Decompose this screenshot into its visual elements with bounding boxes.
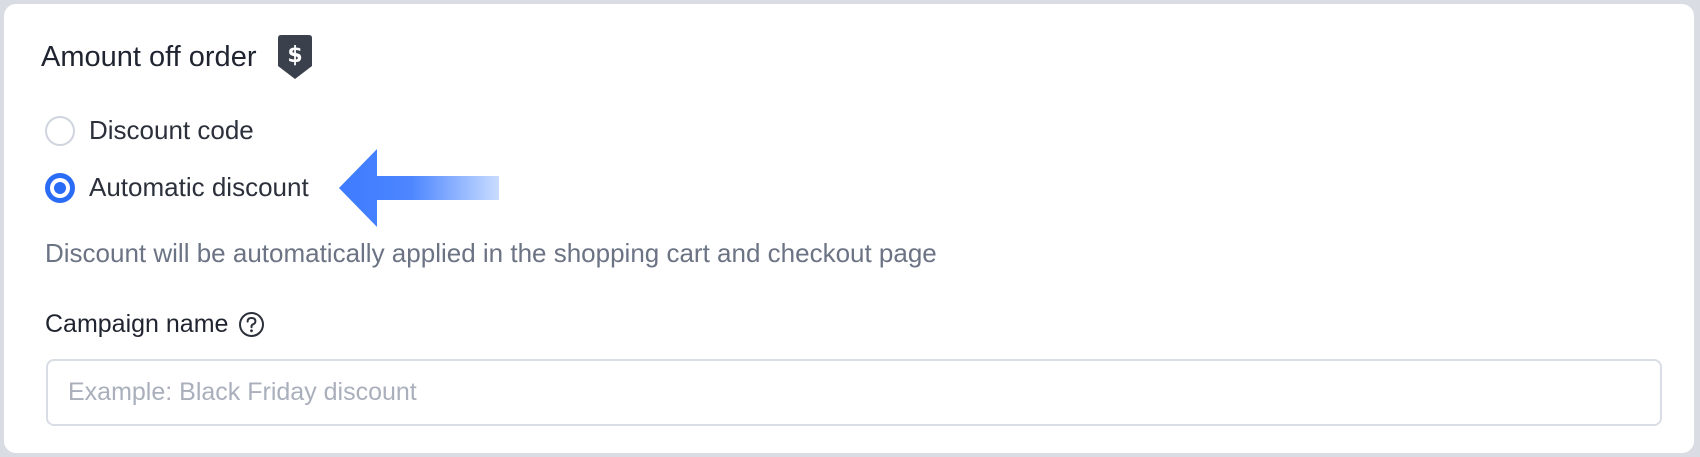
radio-label-discount-code: Discount code (89, 115, 254, 145)
section-title: Amount off order (41, 40, 257, 73)
dollar-tag-icon: $ (278, 35, 313, 79)
radio-button-discount-code[interactable] (45, 115, 75, 146)
svg-text:$: $ (288, 43, 303, 68)
radio-button-automatic-discount[interactable] (45, 172, 75, 203)
campaign-name-label-row: Campaign name (45, 310, 265, 339)
question-circle-icon[interactable] (238, 311, 265, 338)
discount-card: Amount off order $ Discount code Automat… (4, 4, 1694, 453)
discount-help-text: Discount will be automatically applied i… (45, 238, 937, 268)
radio-automatic-discount[interactable]: Automatic discount (45, 172, 309, 203)
radio-label-automatic-discount: Automatic discount (89, 172, 309, 202)
pointer-arrow-icon (339, 149, 499, 227)
section-header: Amount off order $ (41, 34, 316, 80)
radio-discount-code[interactable]: Discount code (45, 115, 254, 146)
campaign-name-label: Campaign name (45, 310, 229, 338)
campaign-name-input[interactable] (46, 359, 1662, 426)
